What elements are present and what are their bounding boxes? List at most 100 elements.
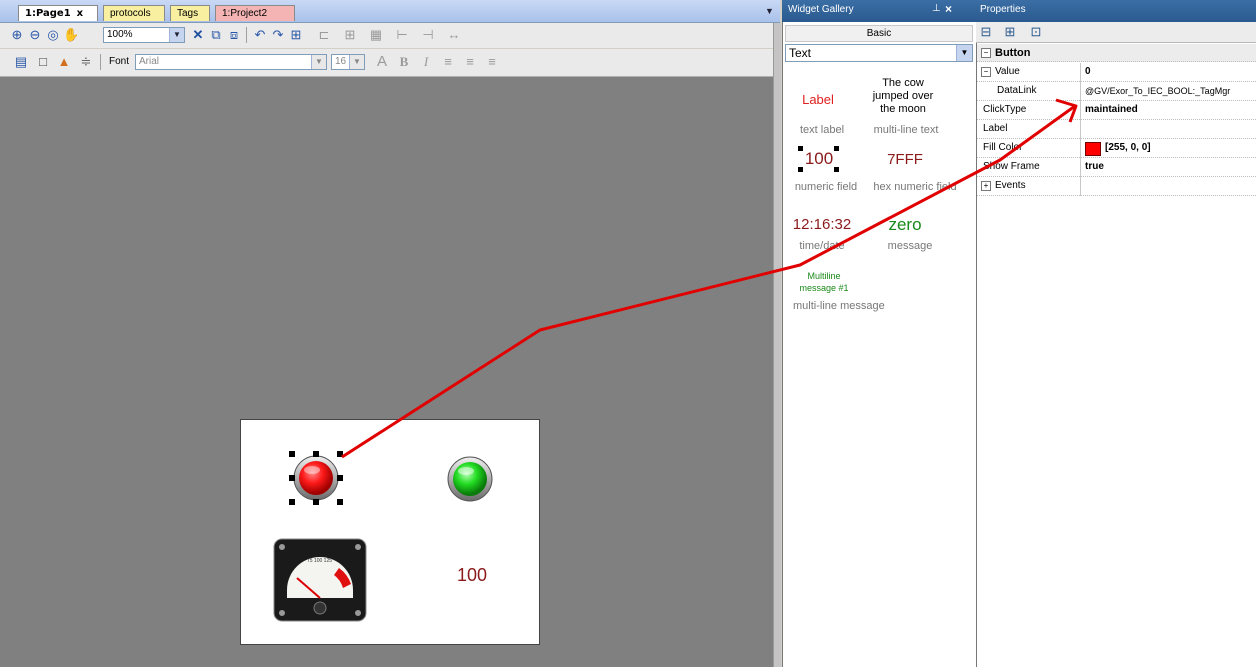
multiline-message-caption: multi-line message bbox=[793, 300, 885, 312]
zoom-fit-icon[interactable]: ◎ bbox=[45, 27, 61, 43]
tab-list-dropdown-icon[interactable]: ▼ bbox=[765, 6, 774, 16]
grid-icon[interactable]: ⊞ bbox=[342, 27, 358, 43]
zoom-out-icon[interactable]: ⊖ bbox=[27, 27, 43, 43]
property-row-show-frame[interactable]: Show Frame true bbox=[977, 158, 1256, 177]
pan-hand-icon[interactable]: ✋ bbox=[63, 27, 79, 43]
property-row-events[interactable]: + Events bbox=[977, 177, 1256, 196]
font-label: Font bbox=[109, 56, 130, 67]
rotate-right-icon[interactable]: ↷ bbox=[270, 27, 286, 43]
property-value[interactable]: true bbox=[1085, 158, 1104, 176]
property-row-fill-color[interactable]: Fill Color [255, 0, 0] bbox=[977, 139, 1256, 158]
property-name-label: Value bbox=[995, 66, 1020, 77]
gauge-icon bbox=[273, 538, 367, 622]
fill-color-icon[interactable]: ▲ bbox=[56, 54, 72, 70]
tab-close-icon[interactable]: x bbox=[77, 8, 83, 19]
property-value[interactable]: 0 bbox=[1085, 63, 1091, 81]
property-row-clicktype[interactable]: ClickType maintained bbox=[977, 101, 1256, 120]
alphabetical-view-icon[interactable]: ⊞ bbox=[1002, 24, 1018, 40]
widget-type-value: Text bbox=[789, 46, 812, 60]
selection-handle[interactable] bbox=[289, 499, 295, 505]
property-name: Label bbox=[977, 120, 1081, 139]
zoom-in-icon[interactable]: ⊕ bbox=[9, 27, 25, 43]
chevron-down-icon[interactable]: ▼ bbox=[311, 55, 326, 69]
selection-handle[interactable] bbox=[289, 475, 295, 481]
properties-icon[interactable]: ▤ bbox=[13, 54, 29, 70]
gallery-item-time-date[interactable]: 12:16:32 bbox=[787, 216, 857, 233]
delete-icon[interactable]: ✕ bbox=[190, 27, 206, 43]
chevron-down-icon[interactable]: ▼ bbox=[956, 45, 972, 61]
red-button-widget[interactable] bbox=[289, 451, 343, 505]
multiline-preview-line: The cow bbox=[882, 77, 924, 89]
widget-gallery-titlebar: Widget Gallery ⊥ × bbox=[782, 0, 976, 22]
align-icon[interactable]: ⊏ bbox=[316, 27, 332, 43]
property-value[interactable]: @GV/Exor_To_IEC_BOOL:_TagMgr bbox=[1085, 82, 1230, 100]
collapse-icon[interactable]: − bbox=[981, 48, 991, 58]
green-led-widget[interactable] bbox=[445, 454, 495, 504]
chevron-down-icon[interactable]: ▼ bbox=[349, 55, 364, 69]
zoom-level-combo[interactable]: 100% ▼ bbox=[103, 27, 185, 43]
property-pages-icon[interactable]: ⊡ bbox=[1028, 24, 1044, 40]
widget-type-combo[interactable]: Text ▼ bbox=[785, 44, 973, 62]
categorized-view-icon[interactable]: ⊟ bbox=[978, 24, 994, 40]
align-right-icon[interactable]: ≡ bbox=[484, 54, 500, 70]
color-swatch[interactable] bbox=[1085, 142, 1101, 156]
selection-handle[interactable] bbox=[337, 451, 343, 457]
layout-icon[interactable]: ▦ bbox=[368, 27, 384, 43]
gallery-item-multiline-message[interactable]: Multiline message #1 bbox=[792, 270, 856, 294]
selection-handle[interactable] bbox=[313, 451, 319, 457]
selection-handle[interactable] bbox=[313, 499, 319, 505]
italic-icon[interactable]: I bbox=[418, 54, 434, 70]
gallery-item-message[interactable]: zero bbox=[872, 215, 938, 235]
font-color-icon[interactable]: A bbox=[374, 54, 390, 70]
distribute-icon[interactable]: ⊣ bbox=[420, 27, 436, 43]
size-icon[interactable]: ↔ bbox=[446, 27, 462, 43]
property-section-button[interactable]: − Button bbox=[977, 44, 1256, 62]
tab-tags[interactable]: Tags bbox=[170, 5, 210, 21]
rotate-left-icon[interactable]: ↶ bbox=[252, 27, 268, 43]
selection-handle[interactable] bbox=[289, 451, 295, 457]
border-icon[interactable]: □ bbox=[35, 54, 51, 70]
gallery-item-hex-numeric[interactable]: 7FFF bbox=[872, 151, 938, 168]
property-row-value[interactable]: − Value 0 bbox=[977, 63, 1256, 82]
paste-icon[interactable]: ⧈ bbox=[226, 27, 242, 43]
analog-gauge-widget[interactable]: 75 100 125 bbox=[273, 538, 367, 622]
tab-protocols[interactable]: protocols bbox=[103, 5, 165, 21]
property-value[interactable]: maintained bbox=[1085, 101, 1138, 119]
expand-icon[interactable]: + bbox=[981, 181, 991, 191]
spacing-icon[interactable]: ⊢ bbox=[394, 27, 410, 43]
gallery-item-numeric-field[interactable]: 100 bbox=[796, 146, 842, 172]
selection-handle bbox=[834, 146, 839, 151]
hmi-page[interactable]: 75 100 125 100 bbox=[240, 419, 540, 645]
collapse-icon[interactable]: − bbox=[981, 67, 991, 77]
line-style-icon[interactable]: ≑ bbox=[78, 54, 94, 70]
numeric-field-widget[interactable]: 100 bbox=[457, 565, 487, 586]
category-basic-button[interactable]: Basic bbox=[785, 25, 973, 42]
close-icon[interactable]: × bbox=[945, 2, 952, 16]
gallery-item-text-label[interactable]: Label bbox=[788, 92, 848, 107]
bold-icon[interactable]: B bbox=[396, 54, 412, 70]
pin-icon[interactable]: ⊥ bbox=[932, 3, 941, 14]
properties-title: Properties bbox=[980, 4, 1026, 15]
property-value[interactable]: [255, 0, 0] bbox=[1105, 139, 1151, 157]
selection-handle[interactable] bbox=[337, 475, 343, 481]
tab-page1[interactable]: 1:Page1 x bbox=[18, 5, 98, 21]
group-icon[interactable]: ⊞ bbox=[288, 27, 304, 43]
gallery-item-multiline-text[interactable]: The cow jumped over the moon bbox=[862, 77, 944, 116]
chevron-down-icon[interactable]: ▼ bbox=[169, 28, 184, 42]
property-name-label: DataLink bbox=[997, 85, 1037, 96]
align-center-icon[interactable]: ≡ bbox=[462, 54, 478, 70]
selection-handle[interactable] bbox=[337, 499, 343, 505]
numeric-field-caption: numeric field bbox=[794, 181, 858, 193]
align-left-icon[interactable]: ≡ bbox=[440, 54, 456, 70]
text-label-preview: Label bbox=[802, 92, 834, 107]
property-name-label: Fill Color bbox=[983, 142, 1023, 153]
copy-icon[interactable]: ⧉ bbox=[208, 27, 224, 43]
canvas-scrollbar[interactable] bbox=[773, 23, 781, 667]
font-family-value: Arial bbox=[139, 56, 160, 67]
font-family-combo[interactable]: Arial ▼ bbox=[135, 54, 327, 70]
tab-project2[interactable]: 1:Project2 bbox=[215, 5, 295, 21]
property-row-datalink[interactable]: DataLink @GV/Exor_To_IEC_BOOL:_TagMgr bbox=[977, 82, 1256, 101]
property-row-label[interactable]: Label bbox=[977, 120, 1256, 139]
font-size-combo[interactable]: 16 ▼ bbox=[331, 54, 365, 70]
property-name: ClickType bbox=[977, 101, 1081, 120]
